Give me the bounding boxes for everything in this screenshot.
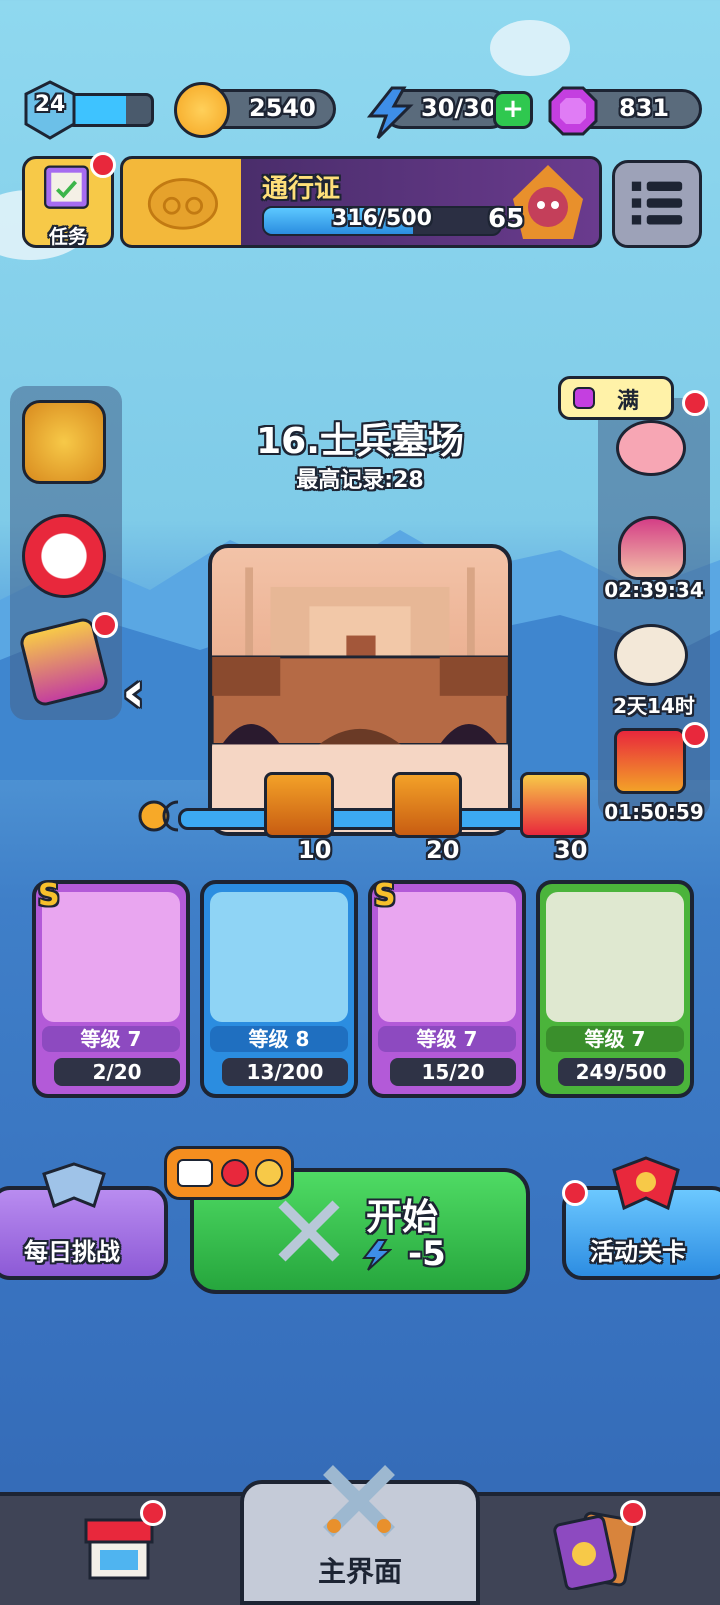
mage-girl-icon[interactable]: [618, 516, 686, 580]
hero-card[interactable]: 等级 7 249/500: [536, 880, 694, 1098]
add-energy-button[interactable]: +: [493, 91, 533, 129]
milestone-crown-chest-icon[interactable]: [520, 772, 590, 838]
pass-level: 65: [488, 204, 525, 234]
milestone-label: 10: [298, 836, 332, 864]
event-stage-label: 活动关卡: [590, 1238, 686, 1266]
notification-dot: [620, 1500, 646, 1526]
small-gem-icon: [573, 387, 595, 409]
milestone-label: 30: [554, 836, 588, 864]
stage-title: 16.士兵墓场: [256, 421, 464, 462]
stopwatch-icon[interactable]: [22, 514, 106, 598]
pass-ticket-icon: [147, 178, 218, 230]
energy-value: 30/30: [421, 94, 497, 122]
hero-card[interactable]: S 等级 7 2/20: [32, 878, 190, 1098]
leaf-bird-portrait: [546, 892, 684, 1022]
gem-value: 831: [619, 94, 670, 122]
hero-level: 等级 7: [546, 1026, 684, 1052]
coin-bonus-icon: [255, 1159, 283, 1187]
crossed-swords-icon: [323, 1465, 395, 1537]
notification-dot: [562, 1180, 588, 1206]
stage-preview-card[interactable]: [208, 544, 512, 836]
treasure-chest-icon[interactable]: [614, 728, 686, 794]
daily-challenge-button[interactable]: 每日挑战: [0, 1162, 168, 1280]
milestone-label: 20: [426, 836, 460, 864]
notification-dot: [92, 612, 118, 638]
menu-button[interactable]: [612, 160, 702, 248]
notification-dot: [682, 722, 708, 748]
event-timer-3: 01:50:59: [604, 800, 704, 824]
hero-card[interactable]: S 等级 7 15/20: [368, 878, 526, 1098]
start-energy-cost: -5: [408, 1234, 446, 1274]
hero-level: 等级 7: [378, 1026, 516, 1052]
hero-level: 等级 7: [42, 1026, 180, 1052]
video-camera-icon: [177, 1159, 213, 1187]
lightning-icon: [366, 86, 414, 140]
video-reward-badge[interactable]: [164, 1146, 294, 1200]
hero-card[interactable]: 等级 8 13/200: [200, 880, 358, 1098]
home-tab-label: 主界面: [317, 1555, 402, 1588]
egyptian-temple-illustration: [212, 567, 508, 832]
shield-wings-icon: [42, 1162, 106, 1208]
player-level: 24: [34, 92, 66, 117]
hero-shard-count: 2/20: [54, 1058, 180, 1086]
purple-gem-icon: [548, 86, 598, 136]
event-timer-2: 2天14时: [613, 694, 695, 718]
pass-progress-text: 316/500: [332, 206, 432, 231]
reward-bonus-icon: [221, 1159, 249, 1187]
start-label: 开始: [366, 1197, 439, 1238]
previous-stage-arrow-icon[interactable]: ‹: [122, 660, 145, 725]
hero-shard-count: 15/20: [390, 1058, 516, 1086]
list-menu-icon: [631, 181, 683, 225]
robot-golem-portrait: [210, 892, 348, 1022]
crown-coin-icon: [174, 82, 230, 138]
event-timer-1: 02:39:34: [604, 578, 704, 602]
vampire-portrait: [378, 892, 516, 1022]
rarity-badge: S: [38, 878, 60, 913]
hero-shard-count: 13/200: [222, 1058, 348, 1086]
demon-boss-icon[interactable]: [614, 624, 688, 686]
milestone-chest-icon[interactable]: [392, 772, 462, 838]
hero-shard-count: 249/500: [558, 1058, 684, 1086]
stage-best-record: 最高记录:28: [296, 468, 424, 493]
lightning-icon: [362, 1239, 392, 1271]
ice-knight-portrait: [42, 892, 180, 1022]
crossed-swords-icon: [278, 1200, 340, 1262]
piggy-full-label: 满: [617, 389, 640, 414]
coin-value: 2540: [249, 94, 316, 122]
daily-challenge-label: 每日挑战: [24, 1238, 120, 1266]
notification-dot: [90, 152, 116, 178]
xp-bar: [66, 93, 154, 127]
pass-title: 通行证: [262, 174, 341, 204]
rarity-badge: S: [374, 878, 396, 913]
cloud: [490, 20, 570, 76]
notification-dot: [140, 1500, 166, 1526]
tasks-label: 任务: [48, 226, 87, 248]
stage-reward-track: [178, 808, 548, 830]
milestone-chest-icon[interactable]: [264, 772, 334, 838]
event-shield-icon: [612, 1156, 680, 1211]
hero-level: 等级 8: [210, 1026, 348, 1052]
